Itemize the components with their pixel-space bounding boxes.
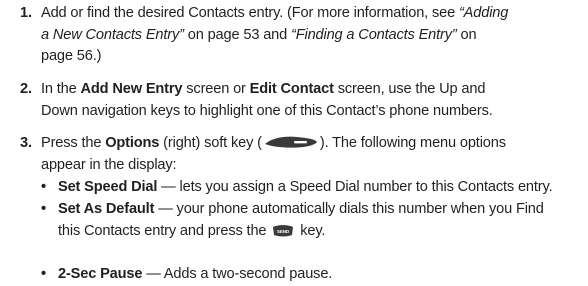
option-description: — Adds a two-second pause. (142, 266, 333, 282)
text-run: Down navigation keys to highlight one of… (41, 102, 493, 119)
step-line: Press the Options (right) soft key ( ). T… (41, 133, 580, 155)
step-2: 2. In the Add New Entry screen or Edit C… (20, 79, 580, 122)
step-number: 3. (20, 135, 32, 151)
option-line: 2-Sec Pause — Adds a two-second pause. (58, 264, 581, 286)
text-run: ). The following menu options (319, 135, 506, 151)
text-run: appear in the display: (41, 156, 177, 173)
text-run: on (456, 26, 477, 43)
option-text: Set As Default — your phone automaticall… (58, 199, 581, 242)
step-text: In the Add New Entry screen or Edit Cont… (41, 79, 580, 122)
step-3: 3. Press the Options (right) soft key ()… (20, 133, 580, 176)
step-number: 2. (20, 81, 32, 97)
text-run: In the (41, 81, 81, 97)
send-key-label: SEND (277, 229, 290, 234)
right-soft-key-icon (264, 136, 317, 148)
option-description: key. (296, 222, 326, 239)
text-run: screen, use the Up and (333, 81, 486, 97)
option-text: Set Speed Dial — lets you assign a Speed… (58, 177, 581, 199)
screen-name: Add New Entry (80, 81, 183, 97)
text-run: page 56.) (41, 48, 102, 64)
step-line: page 56.) (41, 46, 580, 68)
bullet-glyph: • (41, 179, 46, 195)
text-run: on page 53 and (183, 26, 291, 43)
text-run: screen or (182, 81, 250, 97)
step-line: appear in the display: (41, 155, 580, 177)
step-1: 1. Add or find the desired Contacts entr… (20, 3, 580, 68)
step-line: Add or find the desired Contacts entry. … (41, 3, 580, 25)
option-description: — your phone automatically dials this nu… (154, 201, 544, 217)
text-run: Add or find the desired Contacts entry. … (41, 5, 459, 21)
step-text: Press the Options (right) soft key ( ). T… (41, 133, 580, 176)
step-line: In the Add New Entry screen or Edit Cont… (41, 79, 580, 101)
option-text: 2-Sec Pause — Adds a two-second pause. (58, 264, 581, 286)
bullet-glyph: • (41, 201, 46, 217)
key-name: Options (105, 135, 160, 151)
option-line: Set As Default — your phone automaticall… (58, 199, 581, 221)
option-line: this Contacts entry and press the SEND k… (58, 221, 581, 243)
text-run: Press the (41, 135, 106, 151)
option-title: Set Speed Dial (58, 179, 158, 195)
step-line: Down navigation keys to highlight one of… (41, 101, 580, 123)
cross-reference: “Adding (458, 5, 509, 21)
option-description: this Contacts entry and press the (58, 222, 271, 239)
step-line: a New Contacts Entry” on page 53 and “Fi… (41, 25, 580, 47)
option-item-set-as-default: • Set As Default — your phone automatica… (41, 199, 581, 242)
option-item-set-speed-dial: • Set Speed Dial — lets you assign a Spe… (41, 177, 581, 199)
option-title: Set As Default (58, 201, 155, 217)
step-text: Add or find the desired Contacts entry. … (41, 3, 580, 68)
option-line: Set Speed Dial — lets you assign a Speed… (58, 177, 581, 199)
text-run: (right) soft key ( (159, 135, 262, 151)
manual-page: 1. Add or find the desired Contacts entr… (0, 0, 588, 286)
option-description: — lets you assign a Speed Dial number to… (157, 179, 553, 195)
screen-name: Edit Contact (249, 81, 334, 97)
step-number: 1. (20, 5, 32, 21)
bullet-glyph: • (41, 266, 46, 282)
option-item-2-sec-pause: • 2-Sec Pause — Adds a two-second pause. (41, 264, 581, 286)
cross-reference: “Finding a Contacts Entry” (291, 26, 457, 43)
cross-reference: a New Contacts Entry” (41, 26, 184, 43)
send-key-icon: SEND (273, 224, 294, 236)
option-title: 2-Sec Pause (58, 266, 143, 282)
